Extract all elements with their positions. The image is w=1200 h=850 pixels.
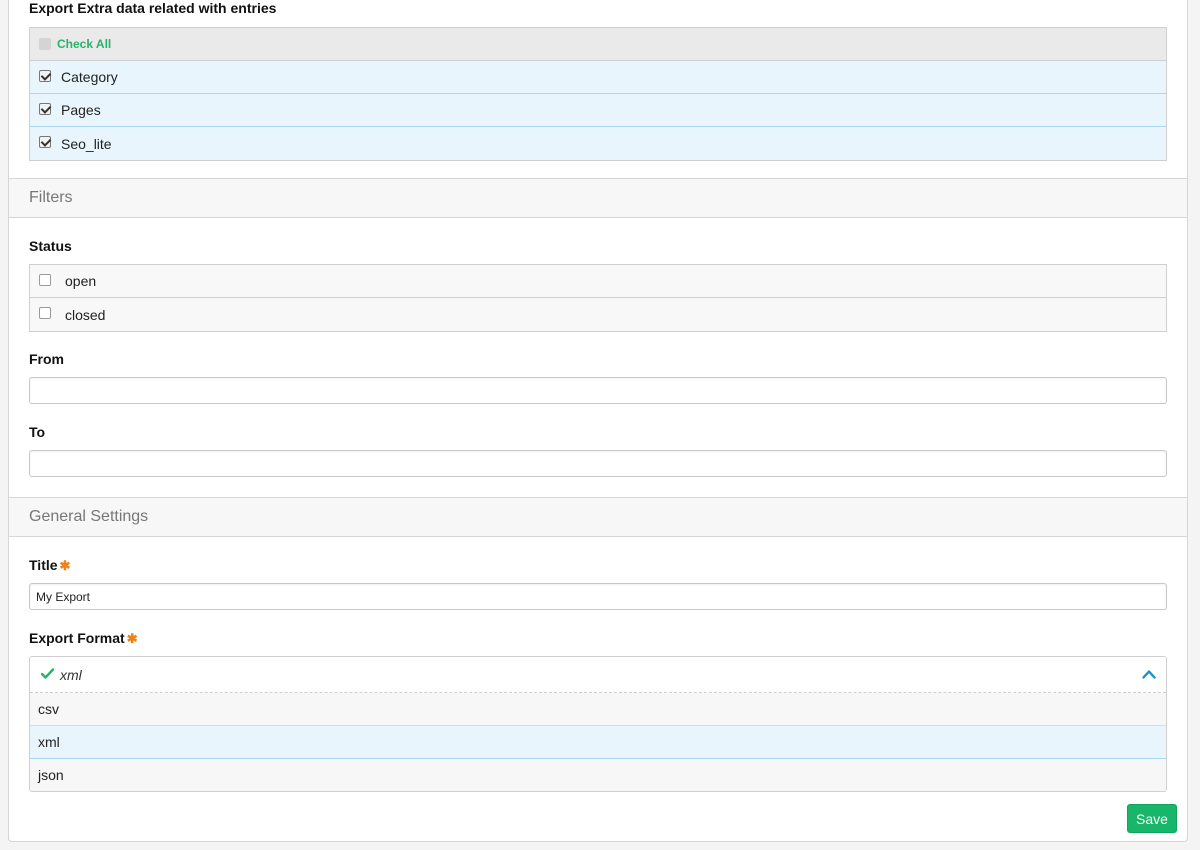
check-icon	[41, 668, 54, 679]
chevron-up-icon[interactable]	[1142, 669, 1156, 679]
title-label: Title ✱	[29, 557, 70, 574]
general-settings-section-header: General Settings	[9, 497, 1187, 537]
closed-checkbox[interactable]	[39, 307, 51, 319]
category-checkbox[interactable]	[39, 70, 51, 82]
filters-section-header: Filters	[9, 178, 1187, 218]
required-asterisk-icon: ✱	[59, 558, 71, 573]
to-label: To	[29, 424, 46, 440]
export-format-select[interactable]: xml csv xml json	[29, 656, 1167, 792]
from-label: From	[29, 351, 64, 367]
extra-data-list: Check All Category Pages Seo_lite	[29, 27, 1167, 161]
export-format-label: Export Format ✱	[29, 630, 138, 647]
status-option-label: closed	[65, 306, 106, 323]
title-input[interactable]	[29, 583, 1167, 610]
extra-data-item-seo-lite[interactable]: Seo_lite	[30, 127, 1166, 160]
extra-data-item-label: Pages	[61, 102, 101, 118]
format-option-json[interactable]: json	[30, 759, 1166, 791]
export-format-selected-value: xml	[60, 667, 82, 683]
format-option-xml[interactable]: xml	[30, 726, 1166, 759]
check-all-label[interactable]: Check All	[57, 37, 111, 51]
pages-checkbox[interactable]	[39, 103, 51, 115]
export-format-label-text: Export Format	[29, 630, 125, 646]
extra-data-item-pages[interactable]: Pages	[30, 94, 1166, 127]
extra-data-item-label: Seo_lite	[61, 135, 112, 152]
status-label: Status	[29, 238, 72, 254]
format-option-label: csv	[38, 701, 59, 717]
seo-lite-checkbox[interactable]	[39, 136, 51, 148]
check-all-row[interactable]: Check All	[30, 28, 1166, 61]
to-date-input[interactable]	[29, 450, 1167, 477]
extra-data-heading: Export Extra data related with entries	[29, 0, 277, 16]
required-asterisk-icon: ✱	[126, 631, 138, 646]
general-settings-section-title: General Settings	[29, 508, 149, 525]
extra-data-item-category[interactable]: Category	[30, 61, 1166, 94]
status-list: open closed	[29, 264, 1167, 332]
export-settings-panel: Export Extra data related with entries C…	[8, 0, 1188, 842]
status-option-label: open	[65, 273, 97, 289]
extra-data-item-label: Category	[61, 69, 118, 85]
export-format-current[interactable]: xml	[30, 657, 1166, 693]
check-all-checkbox[interactable]	[39, 38, 51, 50]
open-checkbox[interactable]	[39, 274, 51, 286]
format-option-csv[interactable]: csv	[30, 693, 1166, 726]
title-label-text: Title	[29, 557, 58, 573]
status-option-open[interactable]: open	[30, 265, 1166, 298]
filters-section-title: Filters	[29, 189, 73, 206]
format-option-label: json	[38, 767, 64, 783]
status-option-closed[interactable]: closed	[30, 298, 1166, 331]
format-option-label: xml	[38, 734, 60, 750]
from-date-input[interactable]	[29, 377, 1167, 404]
save-button[interactable]: Save	[1127, 804, 1177, 833]
